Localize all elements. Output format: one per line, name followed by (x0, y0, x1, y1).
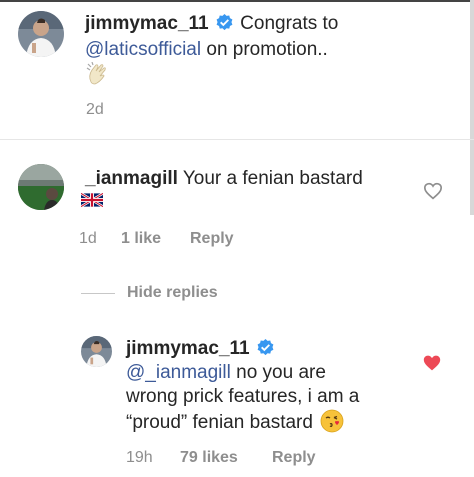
mention-link[interactable]: @_ianmagill (126, 362, 231, 383)
comment-timestamp: 1d (79, 230, 97, 247)
face-blowing-kiss-icon (320, 409, 344, 439)
comment-likes-count[interactable]: 1 like (121, 230, 161, 248)
clapping-hands-icon (86, 61, 112, 91)
reply-author-avatar[interactable] (81, 336, 112, 367)
reply-author-username[interactable]: jimmymac_11 (126, 338, 250, 359)
post-timestamp: 2d (86, 101, 104, 118)
heart-filled-icon[interactable] (422, 354, 442, 377)
reply-header: jimmymac_11 (126, 337, 274, 362)
reply-likes-count[interactable]: 79 likes (180, 449, 238, 467)
heart-outline-icon[interactable] (423, 182, 443, 205)
post-author-avatar[interactable] (18, 11, 64, 57)
reply-reply-button[interactable]: Reply (272, 449, 316, 467)
comment-line: _ianmagill Your a fenian bastard (85, 167, 363, 190)
reply-text-3: “proud” fenian bastard (126, 412, 313, 433)
union-jack-flag-icon (80, 192, 104, 212)
hide-replies-line (81, 293, 115, 294)
verified-badge-icon (216, 14, 233, 37)
hide-replies-button[interactable]: Hide replies (127, 284, 218, 302)
post-caption-text-2: on promotion.. (206, 39, 328, 60)
reply-timestamp: 19h (126, 449, 153, 466)
comment-reply-button[interactable]: Reply (190, 230, 234, 248)
post-caption-line-2: @laticsofficial on promotion.. (85, 38, 328, 61)
reply-line-3: “proud” fenian bastard (126, 409, 344, 439)
comment-text: Your a fenian bastard (182, 168, 363, 189)
scrollbar[interactable] (470, 0, 474, 215)
reply-line-1: @_ianmagill no you are (126, 361, 326, 384)
post-caption-text: Congrats to (240, 13, 339, 34)
top-border (0, 0, 474, 2)
divider (0, 139, 474, 140)
post-caption-line-1: jimmymac_11 Congrats to (85, 12, 338, 37)
mention-link[interactable]: @laticsofficial (85, 39, 201, 60)
verified-badge-icon (257, 339, 274, 362)
reply-text-1: no you are (236, 362, 326, 383)
commenter-username[interactable]: _ianmagill (85, 168, 178, 189)
commenter-avatar[interactable] (18, 164, 64, 210)
reply-line-2: wrong prick features, i am a (126, 386, 360, 407)
post-author-username[interactable]: jimmymac_11 (85, 13, 209, 34)
